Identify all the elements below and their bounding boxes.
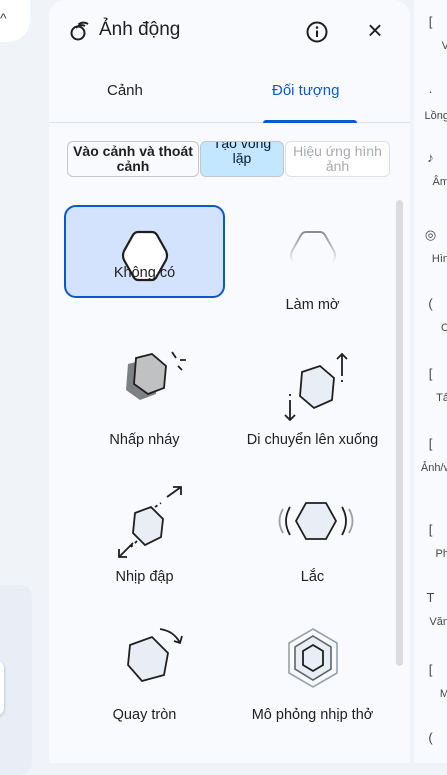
- tab-bar: Cảnh Đối tượng: [49, 70, 410, 123]
- rail-item-icon: (: [414, 296, 447, 311]
- segment-visual-effects[interactable]: Hiệu ứng hình ảnh: [285, 141, 390, 177]
- rail-item-icon: [: [414, 662, 447, 677]
- hexagon-flicker-icon: [110, 350, 190, 420]
- rail-item-label: Ảnh/v: [421, 462, 447, 474]
- panel-header: Ảnh động ×: [49, 0, 410, 62]
- rail-item-label: Văn: [429, 616, 447, 628]
- rail-item-label: V: [442, 40, 447, 52]
- close-icon[interactable]: ×: [363, 18, 387, 42]
- rail-item-icon: [: [414, 522, 447, 537]
- effect-label: Di chuyển lên xuống: [212, 432, 410, 448]
- rail-item-icon: (: [414, 730, 447, 745]
- rail-item-label: Âm: [433, 176, 447, 188]
- rail-item[interactable]: ♪ Âm: [414, 150, 447, 220]
- rail-item-label: M: [440, 688, 447, 700]
- rail-item[interactable]: · Lồng: [414, 84, 447, 154]
- rail-item-icon: [: [414, 14, 447, 29]
- right-tool-rail: [V ·Lồng ♪Âm ◎Hìn (C [Tả [Ảnh/v [Ph TVăn…: [414, 0, 447, 763]
- hexagon-up-down-icon: [260, 350, 370, 428]
- rail-item[interactable]: [M: [414, 662, 447, 732]
- hexagon-wiggle-icon: [268, 489, 368, 559]
- rail-item[interactable]: [ Ảnh/v: [414, 436, 447, 506]
- effect-wiggle[interactable]: Lắc: [232, 477, 393, 570]
- animation-panel: Ảnh động × Cảnh Đối tượng Vào cảnh và th…: [49, 0, 410, 763]
- rail-item-icon: ·: [414, 84, 447, 99]
- effect-pulse[interactable]: Nhịp đập: [64, 477, 225, 570]
- effect-flicker[interactable]: Nhấp nháy: [64, 340, 225, 433]
- effect-label: Mô phỏng nhịp thở: [212, 707, 410, 723]
- segment-loop[interactable]: Tạo vòng lặp: [200, 141, 284, 177]
- left-floating-button[interactable]: [0, 660, 4, 716]
- rail-item-icon: [: [414, 366, 447, 381]
- effect-label: Làm mờ: [212, 297, 410, 313]
- rail-item-label: C: [441, 322, 447, 334]
- effect-rotate[interactable]: Quay tròn: [64, 615, 225, 708]
- effect-label: Lắc: [212, 569, 410, 585]
- rail-item[interactable]: ◎ Hìn: [414, 227, 447, 297]
- rail-item[interactable]: T Văn: [414, 590, 447, 660]
- hexagon-pulse-icon: [97, 485, 197, 565]
- chevron-up-icon: ^: [0, 10, 7, 26]
- effects-grid: Không có Làm mờ Nhấp nháy: [49, 190, 410, 763]
- animation-type-selector: Vào cảnh và thoát cảnh Tạo vòng lặp Hiệu…: [67, 141, 390, 179]
- hexagon-breathe-icon: [278, 623, 348, 697]
- rail-item[interactable]: [V: [414, 14, 447, 84]
- effect-breathe[interactable]: Mô phỏng nhịp thở: [232, 615, 393, 708]
- rail-item-label: Ph: [436, 548, 447, 560]
- rail-item-label: Lồng: [425, 110, 447, 122]
- effect-label: Không có: [49, 265, 243, 281]
- panel-title: Ảnh động: [99, 19, 180, 41]
- rail-item-icon: [: [414, 436, 447, 451]
- rail-item-label: Tả: [436, 392, 447, 404]
- effect-move-up-down[interactable]: Di chuyển lên xuống: [232, 340, 393, 433]
- hexagon-rotate-icon: [100, 623, 200, 703]
- rail-item-icon: ◎: [414, 227, 447, 243]
- rail-item-label: Hìn: [432, 253, 447, 265]
- rail-item[interactable]: [ Tả: [414, 366, 447, 436]
- motion-icon: [69, 20, 91, 42]
- rail-item[interactable]: (C: [414, 296, 447, 366]
- hexagon-blur-icon: [285, 227, 341, 285]
- effect-blur[interactable]: Làm mờ: [232, 205, 393, 298]
- left-card-edge: [0, 585, 32, 775]
- effect-none[interactable]: Không có: [64, 205, 225, 298]
- panel-scrollbar[interactable]: [396, 200, 403, 666]
- segment-enter-exit[interactable]: Vào cảnh và thoát cảnh: [67, 141, 199, 177]
- rail-item[interactable]: (: [414, 730, 447, 763]
- active-tab-indicator: [263, 120, 357, 123]
- tab-object[interactable]: Đối tượng: [272, 82, 339, 99]
- rail-item-icon: ♪: [414, 150, 447, 165]
- tab-scene[interactable]: Cảnh: [107, 82, 143, 99]
- info-icon[interactable]: [305, 20, 329, 44]
- rail-item-icon: T: [414, 590, 447, 605]
- rail-item[interactable]: [ Ph: [414, 522, 447, 592]
